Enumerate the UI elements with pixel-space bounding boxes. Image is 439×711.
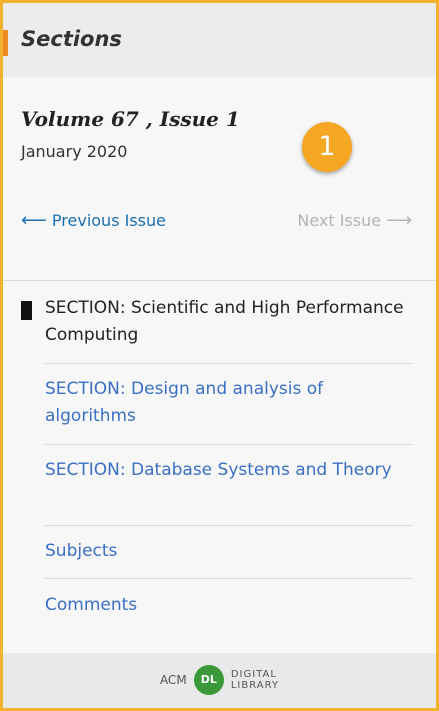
next-issue-label: Next Issue (297, 211, 382, 230)
library-word: LIBRARY (230, 680, 280, 691)
section-divider (45, 525, 413, 526)
current-section-marker (21, 301, 32, 320)
previous-issue-label: Previous Issue (51, 211, 166, 230)
issue-volume-title: Volume 67 , Issue 1 (21, 107, 240, 131)
panel-header: Sections (3, 3, 436, 77)
issue-date: January 2020 (21, 142, 128, 161)
next-issue-link: Next Issue ⟶ (297, 210, 412, 231)
section-divider (45, 578, 413, 579)
section-item-scientific-hpc[interactable]: SECTION: Scientific and High Performance… (45, 295, 413, 349)
panel-footer: ACM DL DIGITAL LIBRARY (3, 653, 436, 708)
step-number-badge: 1 (302, 122, 352, 172)
digital-word: DIGITAL (230, 669, 277, 680)
arrow-right-icon: ⟶ (386, 210, 412, 231)
dl-logo-icon: DL (193, 665, 224, 695)
acm-wordmark: ACM (159, 673, 187, 687)
acm-digital-library-logo[interactable]: ACM DL DIGITAL LIBRARY (3, 665, 436, 695)
divider (3, 280, 436, 281)
section-divider (45, 444, 413, 445)
section-item-subjects[interactable]: Subjects (45, 538, 413, 565)
section-item-comments[interactable]: Comments (45, 592, 413, 619)
section-item-design-analysis-algorithms[interactable]: SECTION: Design and analysis of algorith… (45, 376, 413, 430)
arrow-left-icon: ⟵ (21, 210, 47, 231)
header-accent-bar (3, 30, 8, 56)
previous-issue-link[interactable]: ⟵ Previous Issue (21, 210, 166, 231)
section-divider (45, 363, 413, 364)
section-item-database-systems[interactable]: SECTION: Database Systems and Theory (45, 457, 413, 484)
panel-title: Sections (21, 27, 122, 51)
digital-library-wordmark: DIGITAL LIBRARY (231, 669, 279, 691)
sections-panel: Sections Volume 67 , Issue 1 January 202… (0, 0, 439, 711)
